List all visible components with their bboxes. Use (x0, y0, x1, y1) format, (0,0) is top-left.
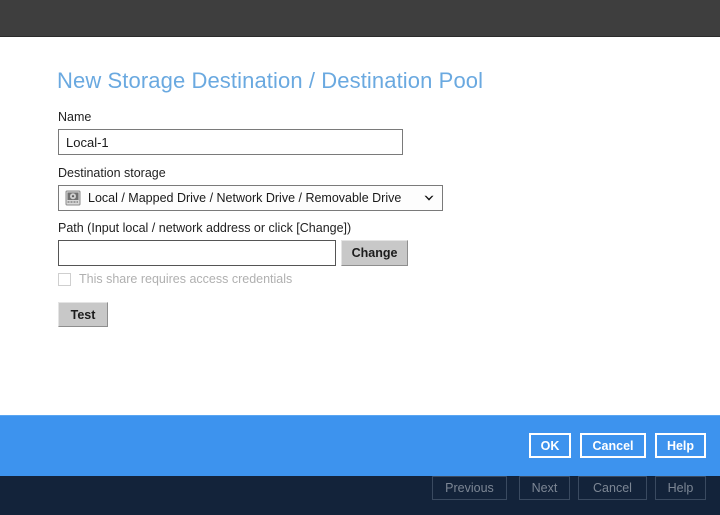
ok-button[interactable]: OK (529, 433, 571, 458)
dialog-content: New Storage Destination / Destination Po… (0, 38, 720, 415)
destination-storage-value: Local / Mapped Drive / Network Drive / R… (88, 191, 418, 205)
help-button[interactable]: Help (655, 433, 706, 458)
wizard-next-button[interactable]: Next (519, 476, 570, 500)
credentials-label: This share requires access credentials (79, 272, 292, 286)
credentials-checkbox[interactable] (58, 273, 71, 286)
name-input[interactable] (58, 129, 403, 155)
credentials-checkbox-row[interactable]: This share requires access credentials (58, 272, 292, 286)
destination-storage-label: Destination storage (58, 166, 166, 180)
page-title: New Storage Destination / Destination Po… (57, 68, 483, 94)
test-button[interactable]: Test (58, 302, 108, 327)
hard-drive-icon (65, 190, 81, 206)
name-label: Name (58, 110, 91, 124)
wizard-cancel-button[interactable]: Cancel (578, 476, 647, 500)
path-label: Path (Input local / network address or c… (58, 221, 351, 235)
change-button[interactable]: Change (341, 240, 408, 266)
cancel-button[interactable]: Cancel (580, 433, 646, 458)
destination-storage-select[interactable]: Local / Mapped Drive / Network Drive / R… (58, 185, 443, 211)
wizard-previous-button[interactable]: Previous (432, 476, 507, 500)
chevron-down-icon[interactable] (422, 191, 436, 205)
app-titlebar (0, 0, 720, 37)
wizard-help-button[interactable]: Help (655, 476, 706, 500)
path-input[interactable] (58, 240, 336, 266)
